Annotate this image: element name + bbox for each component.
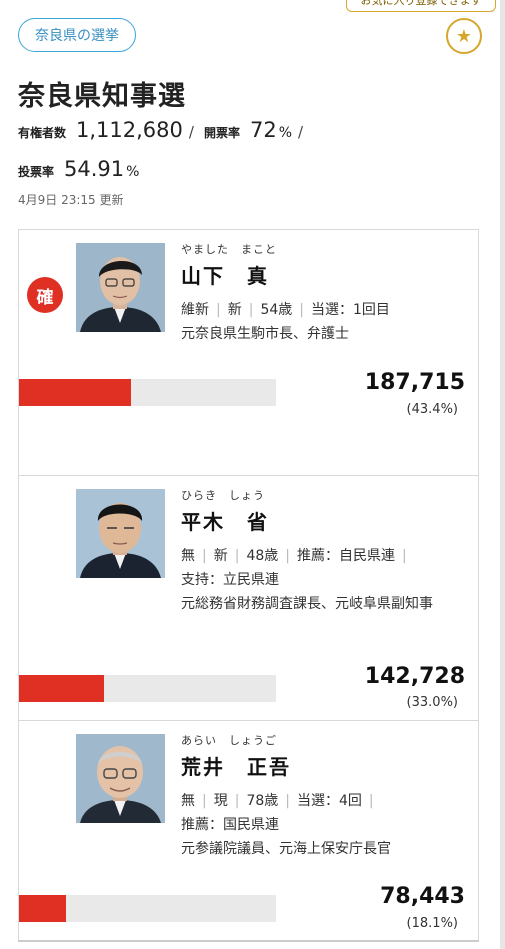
elected-badge: 確 [27, 277, 63, 313]
candidate-meta: 無 | 現 | 78歳 | 当選：4回 | 推薦：国民県連 元参議院議員、元海上保安庁長官 [181, 789, 471, 861]
candidate-support: 推薦：国民県連 [181, 817, 279, 833]
vote-share-bar [19, 895, 276, 922]
candidate-card[interactable]: ひらき しょう 平木 省 無 | 新 | 48歳 | 推薦：自民県連 | 支持：立民県連 元総… [18, 475, 479, 720]
vote-share-bar [19, 675, 276, 702]
prefecture-election-link[interactable]: 奈良県の選挙 [18, 18, 136, 52]
vote-count: 78,443 [380, 884, 465, 909]
turnout-value: 54.91 [64, 157, 125, 181]
candidate-career: 元総務省財務調査課長、元岐阜県副知事 [181, 596, 433, 612]
vote-share-bar [19, 379, 276, 406]
candidate-kana: ひらき しょう [181, 489, 265, 502]
electorate-label: 有権者数 [18, 126, 67, 140]
candidate-meta: 維新 | 新 | 54歳 | 当選：1回目 元奈良県生駒市長、弁護士 [181, 298, 471, 346]
vote-share-fill [19, 675, 104, 702]
counted-label: 開票率 [203, 126, 240, 140]
candidate-photo [76, 243, 165, 332]
counted-unit: % [278, 125, 293, 141]
candidate-meta: 無 | 新 | 48歳 | 推薦：自民県連 | 支持：立民県連 元総務省財務調査課長、元岐阜県… [181, 544, 471, 616]
candidate-profile: 無 | 現 | 78歳 | 当選：4回 | [181, 793, 374, 809]
candidate-photo [76, 489, 165, 578]
vote-share-fill [19, 379, 131, 406]
election-page: お気に入り登録できます ★ 奈良県の選挙 奈良県知事選 有権者数 1,112,6… [0, 0, 500, 949]
counted-value: 72 [249, 118, 277, 142]
stats-row-1: 有権者数 1,112,680 / 開票率 72 % / [18, 118, 313, 142]
favorite-tooltip: お気に入り登録できます [346, 0, 496, 12]
candidate-kana: やました まこと [181, 243, 277, 256]
candidate-profile: 無 | 新 | 48歳 | 推薦：自民県連 | [181, 548, 407, 564]
electorate-value: 1,112,680 [76, 118, 183, 142]
candidate-photo [76, 734, 165, 823]
separator: / [298, 123, 304, 141]
list-bottom-divider [18, 940, 479, 942]
candidate-card[interactable]: あらい しょうご 荒井 正吾 無 | 現 | 78歳 | 当選：4回 | 推薦：国民県連 元参… [18, 720, 479, 940]
favorite-button[interactable]: ★ [446, 18, 482, 54]
star-icon: ★ [455, 25, 473, 47]
turnout-label: 投票率 [18, 165, 55, 179]
vote-percent: (43.4%) [406, 402, 458, 417]
scroll-edge [500, 0, 505, 949]
stats-row-2: 投票率 54.91 % [18, 157, 139, 181]
vote-percent: (33.0%) [406, 695, 458, 710]
candidate-name: 平木 省 [181, 510, 269, 534]
separator: / [188, 123, 194, 141]
vote-percent: (18.1%) [406, 916, 458, 931]
candidate-career: 元奈良県生駒市長、弁護士 [181, 326, 349, 342]
vote-count: 142,728 [364, 664, 465, 689]
candidate-name: 山下 真 [181, 264, 269, 288]
vote-count: 187,715 [364, 370, 465, 395]
candidate-card[interactable]: 確 やました まこと 山下 真 維新 | 新 | 54歳 | 当選：1回目 元奈良県生駒市長… [18, 229, 479, 475]
updated-timestamp: 4月9日 23:15 更新 [18, 193, 124, 207]
candidate-career: 元参議院議員、元海上保安庁長官 [181, 841, 391, 857]
page-title: 奈良県知事選 [18, 81, 186, 112]
candidate-kana: あらい しょうご [181, 734, 277, 747]
candidate-profile: 維新 | 新 | 54歳 | 当選：1回目 [181, 302, 390, 318]
candidate-name: 荒井 正吾 [181, 755, 291, 779]
vote-share-fill [19, 895, 66, 922]
turnout-unit: % [126, 164, 140, 180]
candidate-support: 支持：立民県連 [181, 572, 279, 588]
